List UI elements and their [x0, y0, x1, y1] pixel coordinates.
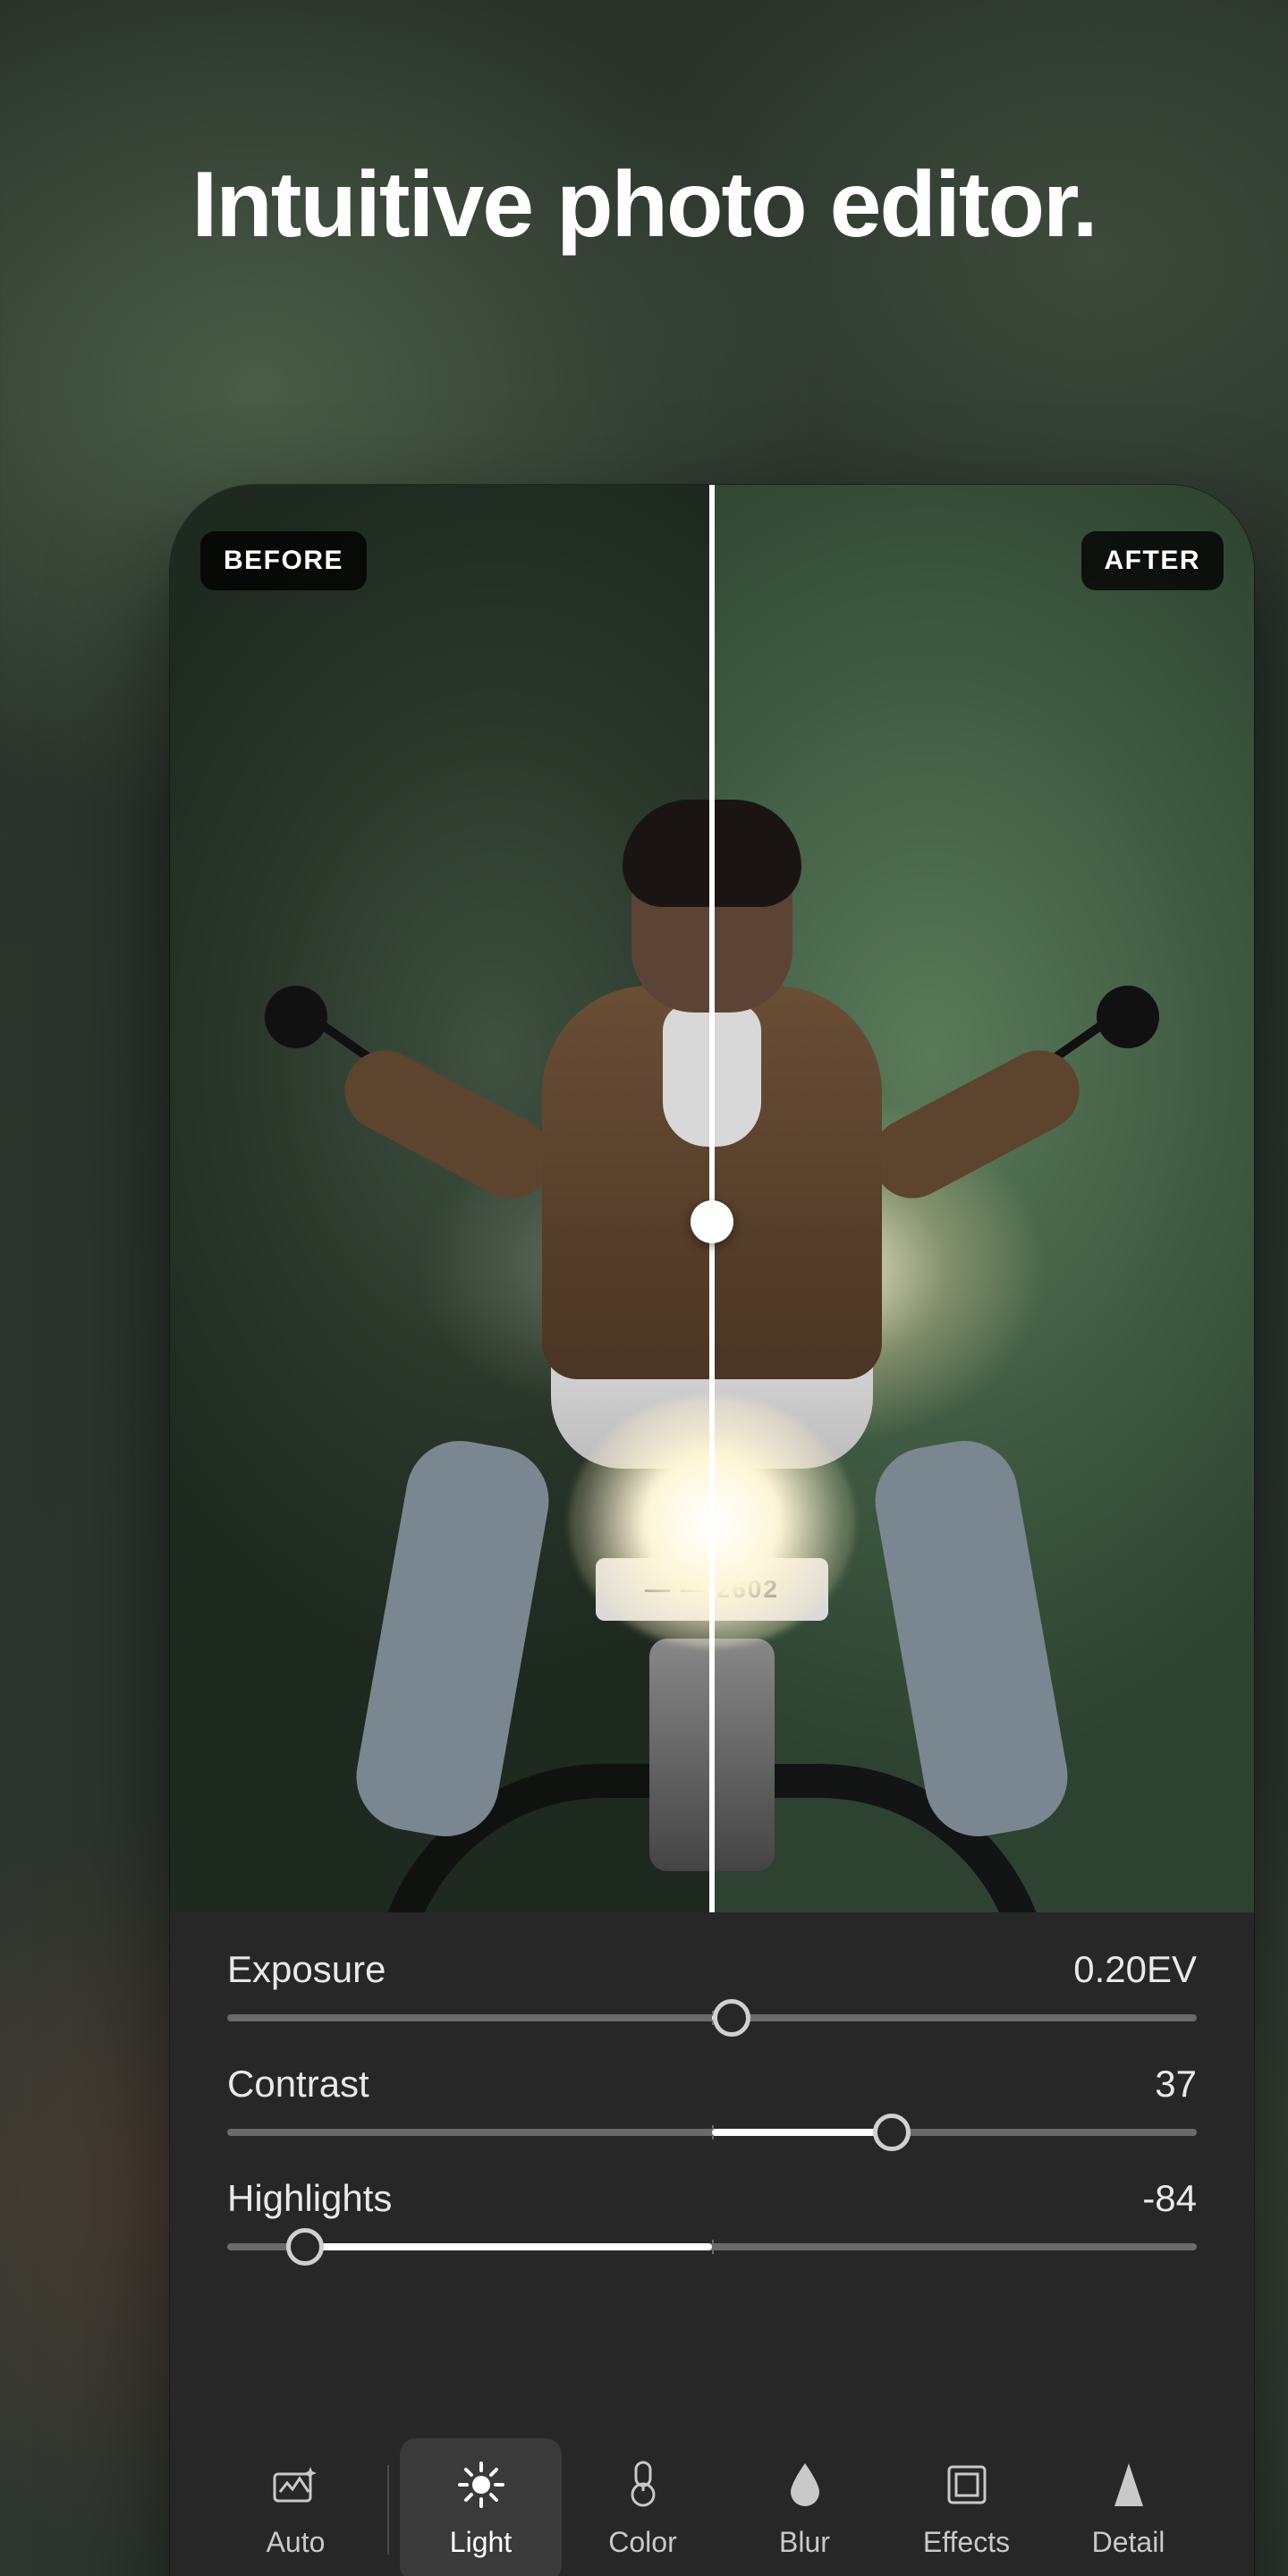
effects-icon — [942, 2460, 992, 2510]
slider-label: Highlights — [227, 2177, 392, 2220]
slider-track[interactable] — [227, 2243, 1197, 2250]
compare-divider-handle[interactable] — [691, 1200, 733, 1243]
tool-light[interactable]: Light — [400, 2438, 562, 2576]
tool-category-bar: Auto Light Color Blur Effects Detail — [170, 2411, 1254, 2576]
photo-compare-area[interactable]: — — 2602 BEFORE AFTER — [170, 485, 1254, 1912]
slider-track[interactable] — [227, 2014, 1197, 2021]
tool-label: Light — [450, 2526, 512, 2559]
light-icon — [456, 2460, 506, 2510]
marketing-headline: Intuitive photo editor. — [0, 152, 1288, 258]
tool-label: Effects — [923, 2526, 1010, 2559]
tool-blur[interactable]: Blur — [724, 2438, 886, 2576]
slider-track[interactable] — [227, 2129, 1197, 2136]
tool-auto[interactable]: Auto — [215, 2438, 377, 2576]
detail-icon — [1104, 2460, 1154, 2510]
slider-thumb[interactable] — [873, 2114, 911, 2151]
blur-icon — [780, 2460, 830, 2510]
slider-value: 0.20EV — [1073, 1948, 1197, 1991]
slider-thumb[interactable] — [713, 1999, 750, 2037]
tool-color[interactable]: Color — [562, 2438, 724, 2576]
slider-exposure: Exposure 0.20EV — [227, 1948, 1197, 2021]
slider-value: -84 — [1142, 2177, 1197, 2220]
toolbar-divider — [387, 2465, 389, 2555]
slider-thumb[interactable] — [286, 2228, 324, 2266]
slider-contrast: Contrast 37 — [227, 2063, 1197, 2136]
compare-divider[interactable] — [709, 485, 715, 1912]
slider-label: Exposure — [227, 1948, 386, 1991]
slider-value: 37 — [1155, 2063, 1197, 2106]
phone-frame: — — 2602 BEFORE AFTER Exposure 0.20EV Cont… — [170, 485, 1254, 2576]
tool-label: Color — [608, 2526, 676, 2559]
edit-panel: Exposure 0.20EV Contrast 37 Highlights -84 Au… — [170, 1912, 1254, 2576]
tool-label: Blur — [779, 2526, 830, 2559]
tool-label: Auto — [267, 2526, 326, 2559]
auto-icon — [271, 2460, 321, 2510]
slider-highlights: Highlights -84 — [227, 2177, 1197, 2250]
after-badge: AFTER — [1081, 531, 1224, 590]
before-badge: BEFORE — [200, 531, 367, 590]
tool-label: Detail — [1092, 2526, 1165, 2559]
color-icon — [618, 2460, 668, 2510]
tool-detail[interactable]: Detail — [1047, 2438, 1209, 2576]
slider-label: Contrast — [227, 2063, 369, 2106]
tool-effects[interactable]: Effects — [886, 2438, 1047, 2576]
